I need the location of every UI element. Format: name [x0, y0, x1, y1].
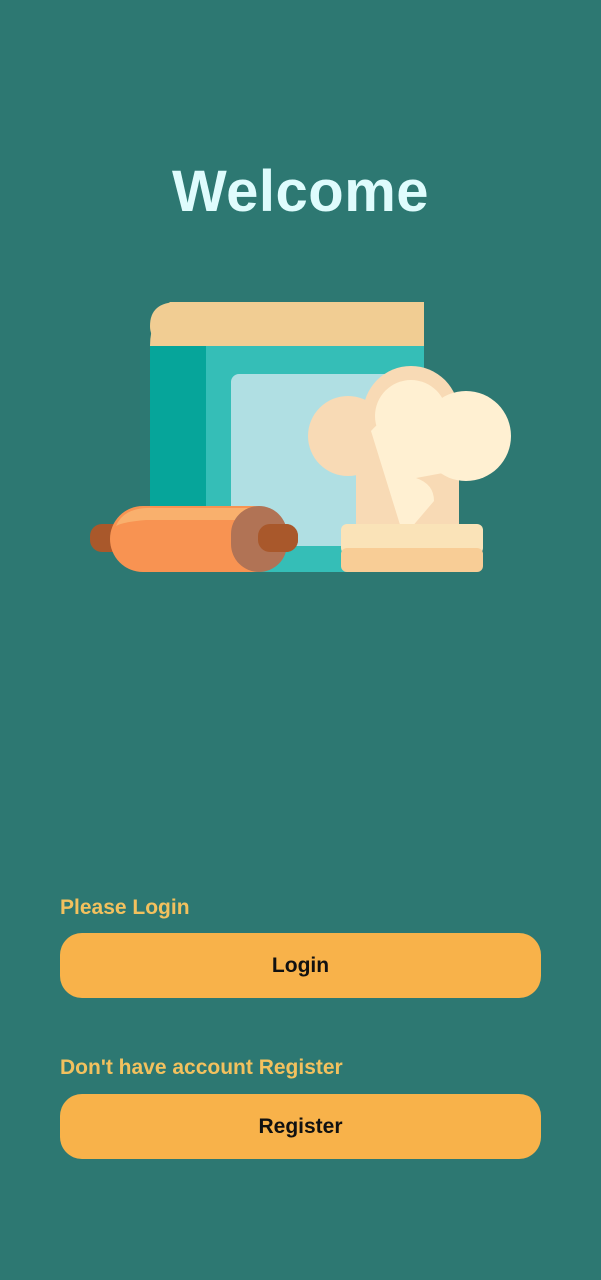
register-prompt: Don't have account Register [60, 1056, 343, 1079]
page-title: Welcome [171, 159, 430, 224]
register-button[interactable]: Register [60, 1094, 541, 1159]
login-prompt: Please Login [60, 896, 190, 919]
login-button[interactable]: Login [60, 933, 541, 998]
rolling-pin-icon [90, 506, 298, 572]
welcome-illustration [86, 296, 516, 581]
